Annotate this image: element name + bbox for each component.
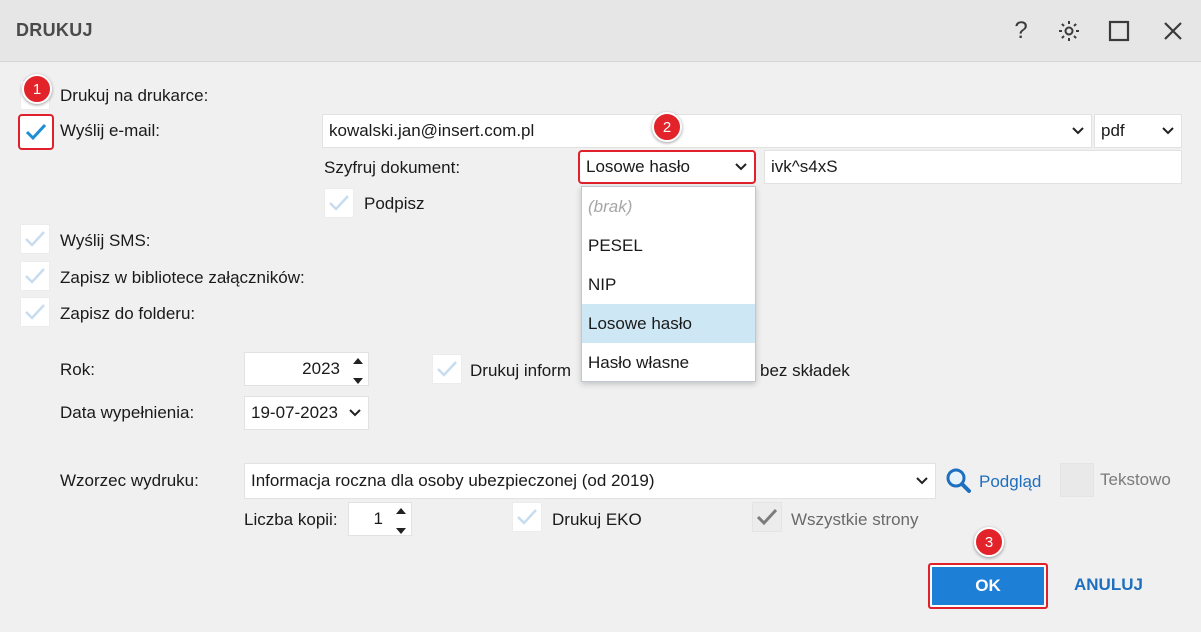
sign-label: Podpisz xyxy=(364,194,425,213)
print-eco-checkbox[interactable] xyxy=(512,502,542,532)
save-folder-checkbox[interactable] xyxy=(20,297,50,327)
step-badge-2: 2 xyxy=(652,112,682,142)
chevron-down-icon xyxy=(1072,127,1084,135)
year-stepper[interactable]: 2023 xyxy=(244,352,369,386)
dropdown-option-own-password[interactable]: Hasło własne xyxy=(582,343,755,382)
copies-label: Liczba kopii: xyxy=(244,510,338,529)
title-bar: DRUKUJ ? xyxy=(0,0,1201,62)
step-badge-3: 3 xyxy=(974,527,1004,557)
check-icon xyxy=(25,231,45,247)
format-value: pdf xyxy=(1101,121,1125,140)
check-icon xyxy=(25,268,45,284)
all-pages-checkbox[interactable] xyxy=(752,502,782,532)
encrypt-select[interactable]: Losowe hasło xyxy=(578,150,756,184)
all-pages-label: Wszystkie strony xyxy=(791,510,919,529)
help-icon[interactable]: ? xyxy=(1004,14,1038,48)
format-select[interactable]: pdf xyxy=(1094,114,1182,148)
preview-link[interactable]: Podgląd xyxy=(979,472,1041,492)
year-value: 2023 xyxy=(302,359,340,378)
dropdown-option-pesel[interactable]: PESEL xyxy=(582,226,755,265)
dropdown-option-nip[interactable]: NIP xyxy=(582,265,755,304)
arrow-up-icon[interactable] xyxy=(395,507,407,515)
maximize-icon[interactable] xyxy=(1102,14,1136,48)
password-value: ivk^s4xS xyxy=(771,157,838,176)
dropdown-option-random-password[interactable]: Losowe hasło xyxy=(582,304,755,343)
template-value: Informacja roczna dla osoby ubezpieczone… xyxy=(251,471,655,490)
magnifier-icon[interactable] xyxy=(944,466,972,494)
encrypt-dropdown-list: (brak) PESEL NIP Losowe hasło Hasło włas… xyxy=(581,186,756,382)
date-label: Data wypełnienia: xyxy=(60,403,195,422)
email-address-value: kowalski.jan@insert.com.pl xyxy=(329,121,535,140)
check-icon xyxy=(25,304,45,320)
password-field[interactable]: ivk^s4xS xyxy=(764,150,1182,184)
chevron-down-icon xyxy=(735,163,747,171)
copies-stepper[interactable]: 1 xyxy=(348,502,412,536)
email-address-field[interactable]: kowalski.jan@insert.com.pl xyxy=(322,114,1092,148)
save-library-label: Zapisz w bibliotece załączników: xyxy=(60,268,305,287)
print-eco-label: Drukuj EKO xyxy=(552,510,642,529)
print-info-label-start: Drukuj inform xyxy=(470,361,572,380)
chevron-down-icon xyxy=(349,409,361,417)
check-icon xyxy=(756,508,778,526)
template-select[interactable]: Informacja roczna dla osoby ubezpieczone… xyxy=(244,463,936,499)
save-folder-label: Zapisz do folderu: xyxy=(60,304,196,323)
year-label: Rok: xyxy=(60,360,95,379)
window-title: DRUKUJ xyxy=(16,20,93,40)
arrow-down-icon[interactable] xyxy=(352,377,364,385)
arrow-down-icon[interactable] xyxy=(395,527,407,535)
chevron-down-icon xyxy=(1162,127,1174,135)
check-icon xyxy=(329,195,349,211)
text-mode-label: Tekstowo xyxy=(1100,470,1171,489)
save-library-checkbox[interactable] xyxy=(20,261,50,291)
step-badge-1: 1 xyxy=(22,74,52,104)
print-info-label-end: bez składek xyxy=(760,361,850,380)
chevron-down-icon xyxy=(916,477,928,485)
send-sms-checkbox[interactable] xyxy=(20,224,50,254)
print-info-checkbox[interactable] xyxy=(432,354,462,384)
arrow-up-icon[interactable] xyxy=(352,357,364,365)
encrypt-value: Losowe hasło xyxy=(586,157,690,176)
close-icon[interactable] xyxy=(1156,14,1190,48)
check-icon xyxy=(25,123,47,141)
date-value: 19-07-2023 xyxy=(251,403,338,422)
encrypt-label: Szyfruj dokument: xyxy=(324,158,461,177)
date-picker[interactable]: 19-07-2023 xyxy=(244,396,369,430)
text-mode-checkbox[interactable] xyxy=(1060,463,1094,497)
dropdown-option-none[interactable]: (brak) xyxy=(582,187,755,226)
check-icon xyxy=(437,361,457,377)
cancel-button[interactable]: ANULUJ xyxy=(1074,575,1143,595)
send-email-checkbox[interactable] xyxy=(18,114,54,150)
send-email-label: Wyślij e-mail: xyxy=(60,121,160,140)
print-printer-label: Drukuj na drukarce: xyxy=(60,86,209,105)
send-sms-label: Wyślij SMS: xyxy=(60,231,151,250)
ok-button[interactable]: OK xyxy=(928,563,1048,609)
copies-value: 1 xyxy=(373,509,383,528)
sign-checkbox[interactable] xyxy=(324,188,354,218)
check-icon xyxy=(517,509,537,525)
template-label: Wzorzec wydruku: xyxy=(60,471,199,490)
gear-icon[interactable] xyxy=(1052,14,1086,48)
